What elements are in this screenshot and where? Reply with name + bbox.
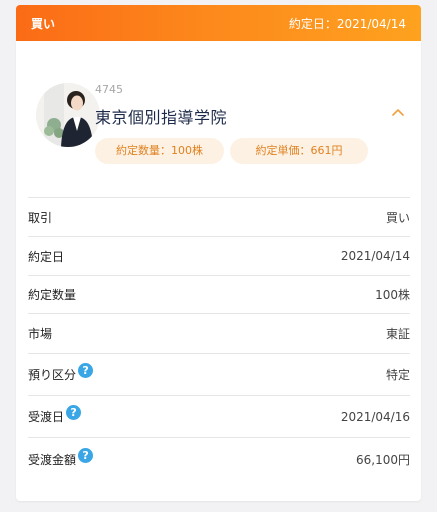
detail-label: 受渡日 [28,410,65,424]
quantity-pill: 約定数量：100株 [95,138,224,164]
detail-table: 取引 買い 約定日 2021/04/14 約定数量 100株 市場 東証 預り区… [28,197,410,481]
detail-label: 市場 [28,327,53,341]
detail-label: 約定日 [28,249,65,264]
detail-row-trade: 取引 買い [28,197,410,236]
detail-label-wrap: 受渡金額 ? [28,448,94,468]
question-circle-icon[interactable]: ? [78,363,94,378]
detail-row-contract-date: 約定日 2021/04/14 [28,236,410,275]
detail-row-market: 市場 東証 [28,313,410,353]
detail-label-wrap: 受渡日 ? [28,405,82,425]
detail-value: 特定 [385,368,410,382]
detail-label: 受渡金額 [28,453,77,467]
detail-label: 預り区分 [28,368,77,382]
chevron-up-icon[interactable] [390,104,406,120]
company-name: 東京個別指導学院 [95,108,228,127]
stock-code: 4745 [95,83,123,96]
detail-row-quantity: 約定数量 100株 [28,275,410,313]
detail-value: 東証 [385,327,410,341]
question-circle-icon[interactable]: ? [78,448,94,463]
detail-value: 100株 [375,288,410,302]
stock-thumbnail [36,83,100,147]
trade-header: 買い 約定日：2021/04/14 [16,5,421,41]
detail-value: 66,100円 [356,453,410,467]
detail-row-settlement-date: 受渡日 ? 2021/04/16 [28,395,410,437]
detail-row-settlement-amount: 受渡金額 ? 66,100円 [28,437,410,481]
trade-detail-card: 4745 東京個別指導学院 約定数量：100株 約定単価：661円 取引 買い … [16,41,421,501]
detail-label: 取引 [28,210,53,225]
question-circle-icon[interactable]: ? [66,405,82,420]
contract-date-label: 約定日：2021/04/14 [288,16,406,31]
detail-value: 2021/04/14 [340,249,410,263]
detail-row-account-type: 預り区分 ? 特定 [28,353,410,395]
detail-value: 買い [385,210,410,225]
trade-type-label: 買い [31,16,56,31]
detail-value: 2021/04/16 [340,409,410,424]
detail-label: 約定数量 [28,288,77,302]
detail-label-wrap: 預り区分 ? [28,363,94,383]
price-pill: 約定単価：661円 [230,138,368,164]
